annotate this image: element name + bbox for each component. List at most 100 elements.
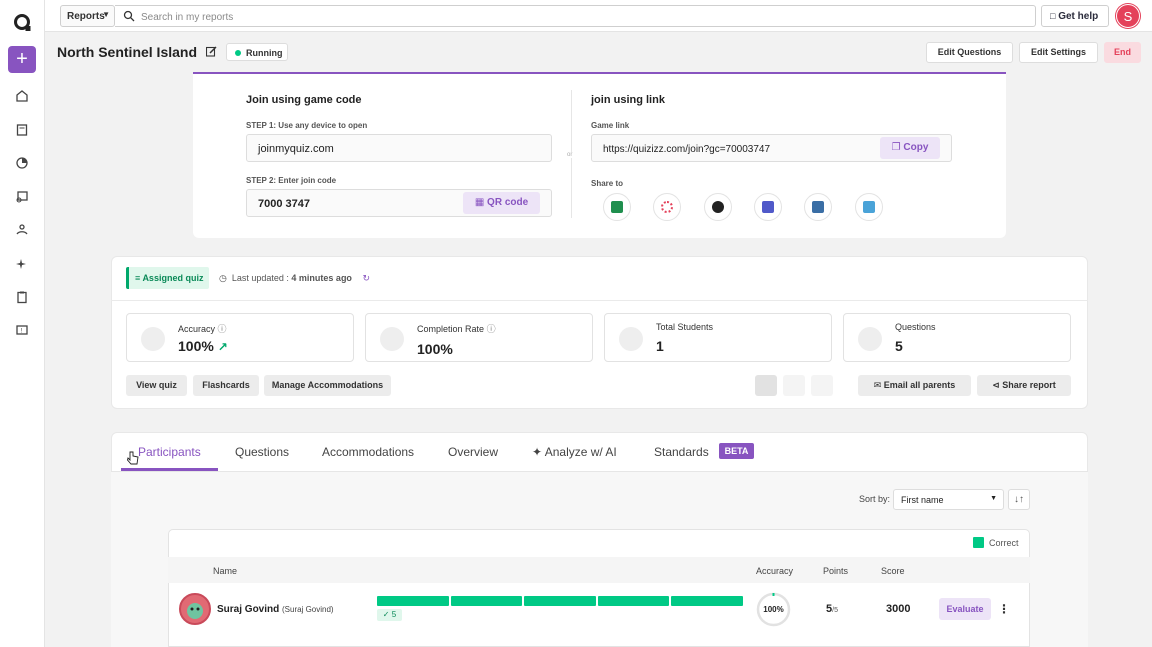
create-plus-icon[interactable]: + [8, 46, 36, 73]
tab-participants[interactable]: Participants [138, 445, 201, 459]
or-separator: or [567, 152, 573, 158]
sort-order-icon[interactable]: ↓↑ [1008, 489, 1030, 510]
refresh-icon[interactable]: ↻ [362, 273, 370, 283]
reports-dropdown-label: Reports [67, 11, 105, 22]
copy-label: Copy [903, 142, 929, 153]
stats-divider [111, 300, 1088, 301]
check-circle-icon [380, 327, 404, 351]
accuracy-stat: Accuracy ⓘ 100% ↗ [126, 313, 354, 362]
last-updated-value: 4 minutes ago [291, 273, 352, 283]
search-bar[interactable] [115, 5, 1036, 27]
tab-analyze-ai[interactable]: ✦ Analyze w/ AI [532, 445, 617, 459]
participant-name-text: Suraj Govind [217, 604, 280, 615]
get-help-label: Get help [1058, 11, 1099, 22]
teams-share-icon[interactable] [754, 193, 782, 221]
total-students-value: 1 [656, 338, 664, 354]
search-icon [123, 10, 135, 22]
share-icon: ⊲ [992, 380, 1000, 390]
share-report-label: Share report [1002, 380, 1056, 390]
beta-badge: BETA [719, 443, 754, 459]
clipboard-icon[interactable] [15, 290, 29, 304]
question-result-segment [524, 596, 596, 606]
participant-subname: (Suraj Govind) [282, 605, 334, 614]
download-icon[interactable] [811, 375, 833, 396]
more-options-icon[interactable]: ⋮ [998, 602, 1010, 616]
manage-accommodations-button[interactable]: Manage Accommodations [264, 375, 391, 396]
edit-questions-button[interactable]: Edit Questions [926, 42, 1013, 63]
header-accuracy: Accuracy [756, 566, 794, 576]
header-name: Name [213, 566, 238, 576]
edit-settings-button[interactable]: Edit Settings [1019, 42, 1098, 63]
search-input[interactable] [141, 9, 1021, 25]
qr-code-button[interactable]: ▦ QR code [463, 192, 540, 214]
questions-value: 5 [895, 338, 903, 354]
google-classroom-share-icon[interactable] [603, 193, 631, 221]
tab-standards[interactable]: Standards [654, 445, 709, 459]
sidebar: + ! [0, 0, 45, 647]
status-label: Running [246, 48, 283, 58]
completion-rate-stat: Completion Rate ⓘ 100% [365, 313, 593, 362]
question-icon [858, 327, 882, 351]
share-to-label: Share to [591, 179, 624, 188]
flashcards-button[interactable]: Flashcards [193, 375, 259, 396]
edit-pencil-icon[interactable] [206, 46, 217, 57]
view-quiz-button[interactable]: View quiz [126, 375, 187, 396]
home-icon[interactable] [15, 89, 29, 103]
email-all-parents-label: Email all parents [883, 380, 956, 390]
assigned-quiz-badge: ≡ Assigned quiz [126, 267, 209, 289]
print-icon[interactable] [783, 375, 805, 396]
points-value: 5/5 [826, 603, 838, 615]
questions-label: Questions [895, 322, 936, 332]
ai-sparkle-icon[interactable] [15, 257, 29, 271]
end-button[interactable]: End [1104, 42, 1141, 63]
caret-down-icon: ▼ [990, 495, 997, 502]
sort-select[interactable]: First name ▼ [893, 489, 1004, 510]
get-help-button[interactable]: □ Get help [1041, 5, 1109, 27]
quizizz-logo-icon[interactable] [13, 13, 33, 33]
delete-icon[interactable] [755, 375, 777, 396]
evaluate-button[interactable]: Evaluate [939, 598, 991, 620]
join-link-title: join using link [591, 94, 665, 106]
remind-share-icon[interactable] [804, 193, 832, 221]
community-icon[interactable] [15, 223, 29, 237]
user-avatar[interactable]: S [1116, 4, 1140, 28]
total-students-stat: Total Students 1 [604, 313, 832, 362]
step2-label: STEP 2: Enter join code [246, 176, 337, 185]
step1-label: STEP 1: Use any device to open [246, 121, 368, 130]
canvas-share-icon[interactable] [653, 193, 681, 221]
feedback-icon[interactable]: ! [15, 324, 29, 338]
share-report-button[interactable]: ⊲ Share report [977, 375, 1071, 396]
join-url-field[interactable]: joinmyquiz.com [246, 134, 552, 162]
clock-icon: ◷ [219, 273, 227, 283]
join-code-title: Join using game code [246, 94, 362, 106]
question-result-segment [597, 596, 670, 606]
library-icon[interactable] [15, 123, 29, 137]
classes-icon[interactable] [15, 190, 29, 204]
reports-dropdown[interactable]: Reports ▼ [60, 5, 115, 27]
twitter-share-icon[interactable] [855, 193, 883, 221]
tab-accommodations[interactable]: Accommodations [322, 445, 414, 459]
assigned-quiz-label: Assigned quiz [142, 273, 204, 283]
tab-questions[interactable]: Questions [235, 445, 289, 459]
info-icon[interactable]: ⓘ [218, 324, 227, 334]
legend-correct-swatch [973, 537, 984, 548]
email-all-parents-button[interactable]: ✉ Email all parents [858, 375, 971, 396]
chevron-down-icon: ▼ [102, 10, 110, 19]
schoology-share-icon[interactable] [704, 193, 732, 221]
copy-button[interactable]: ❐ Copy [880, 137, 940, 159]
info-icon[interactable]: ⓘ [487, 324, 496, 334]
reports-icon[interactable] [15, 156, 29, 170]
participant-name[interactable]: Suraj Govind (Suraj Govind) [217, 604, 334, 615]
last-updated-prefix: Last updated : [231, 273, 292, 283]
correct-count: 5 [391, 610, 397, 619]
avatar [179, 593, 211, 625]
total-students-label: Total Students [656, 322, 714, 332]
copy-icon: ❐ [891, 142, 901, 153]
target-icon [141, 327, 165, 351]
question-result-segment [671, 596, 743, 606]
sort-by-label: Sort by: [859, 494, 891, 504]
qr-code-label: QR code [487, 197, 529, 208]
tab-overview[interactable]: Overview [448, 445, 498, 459]
accuracy-value: 100% [763, 605, 784, 614]
completion-label: Completion Rate [417, 324, 485, 334]
